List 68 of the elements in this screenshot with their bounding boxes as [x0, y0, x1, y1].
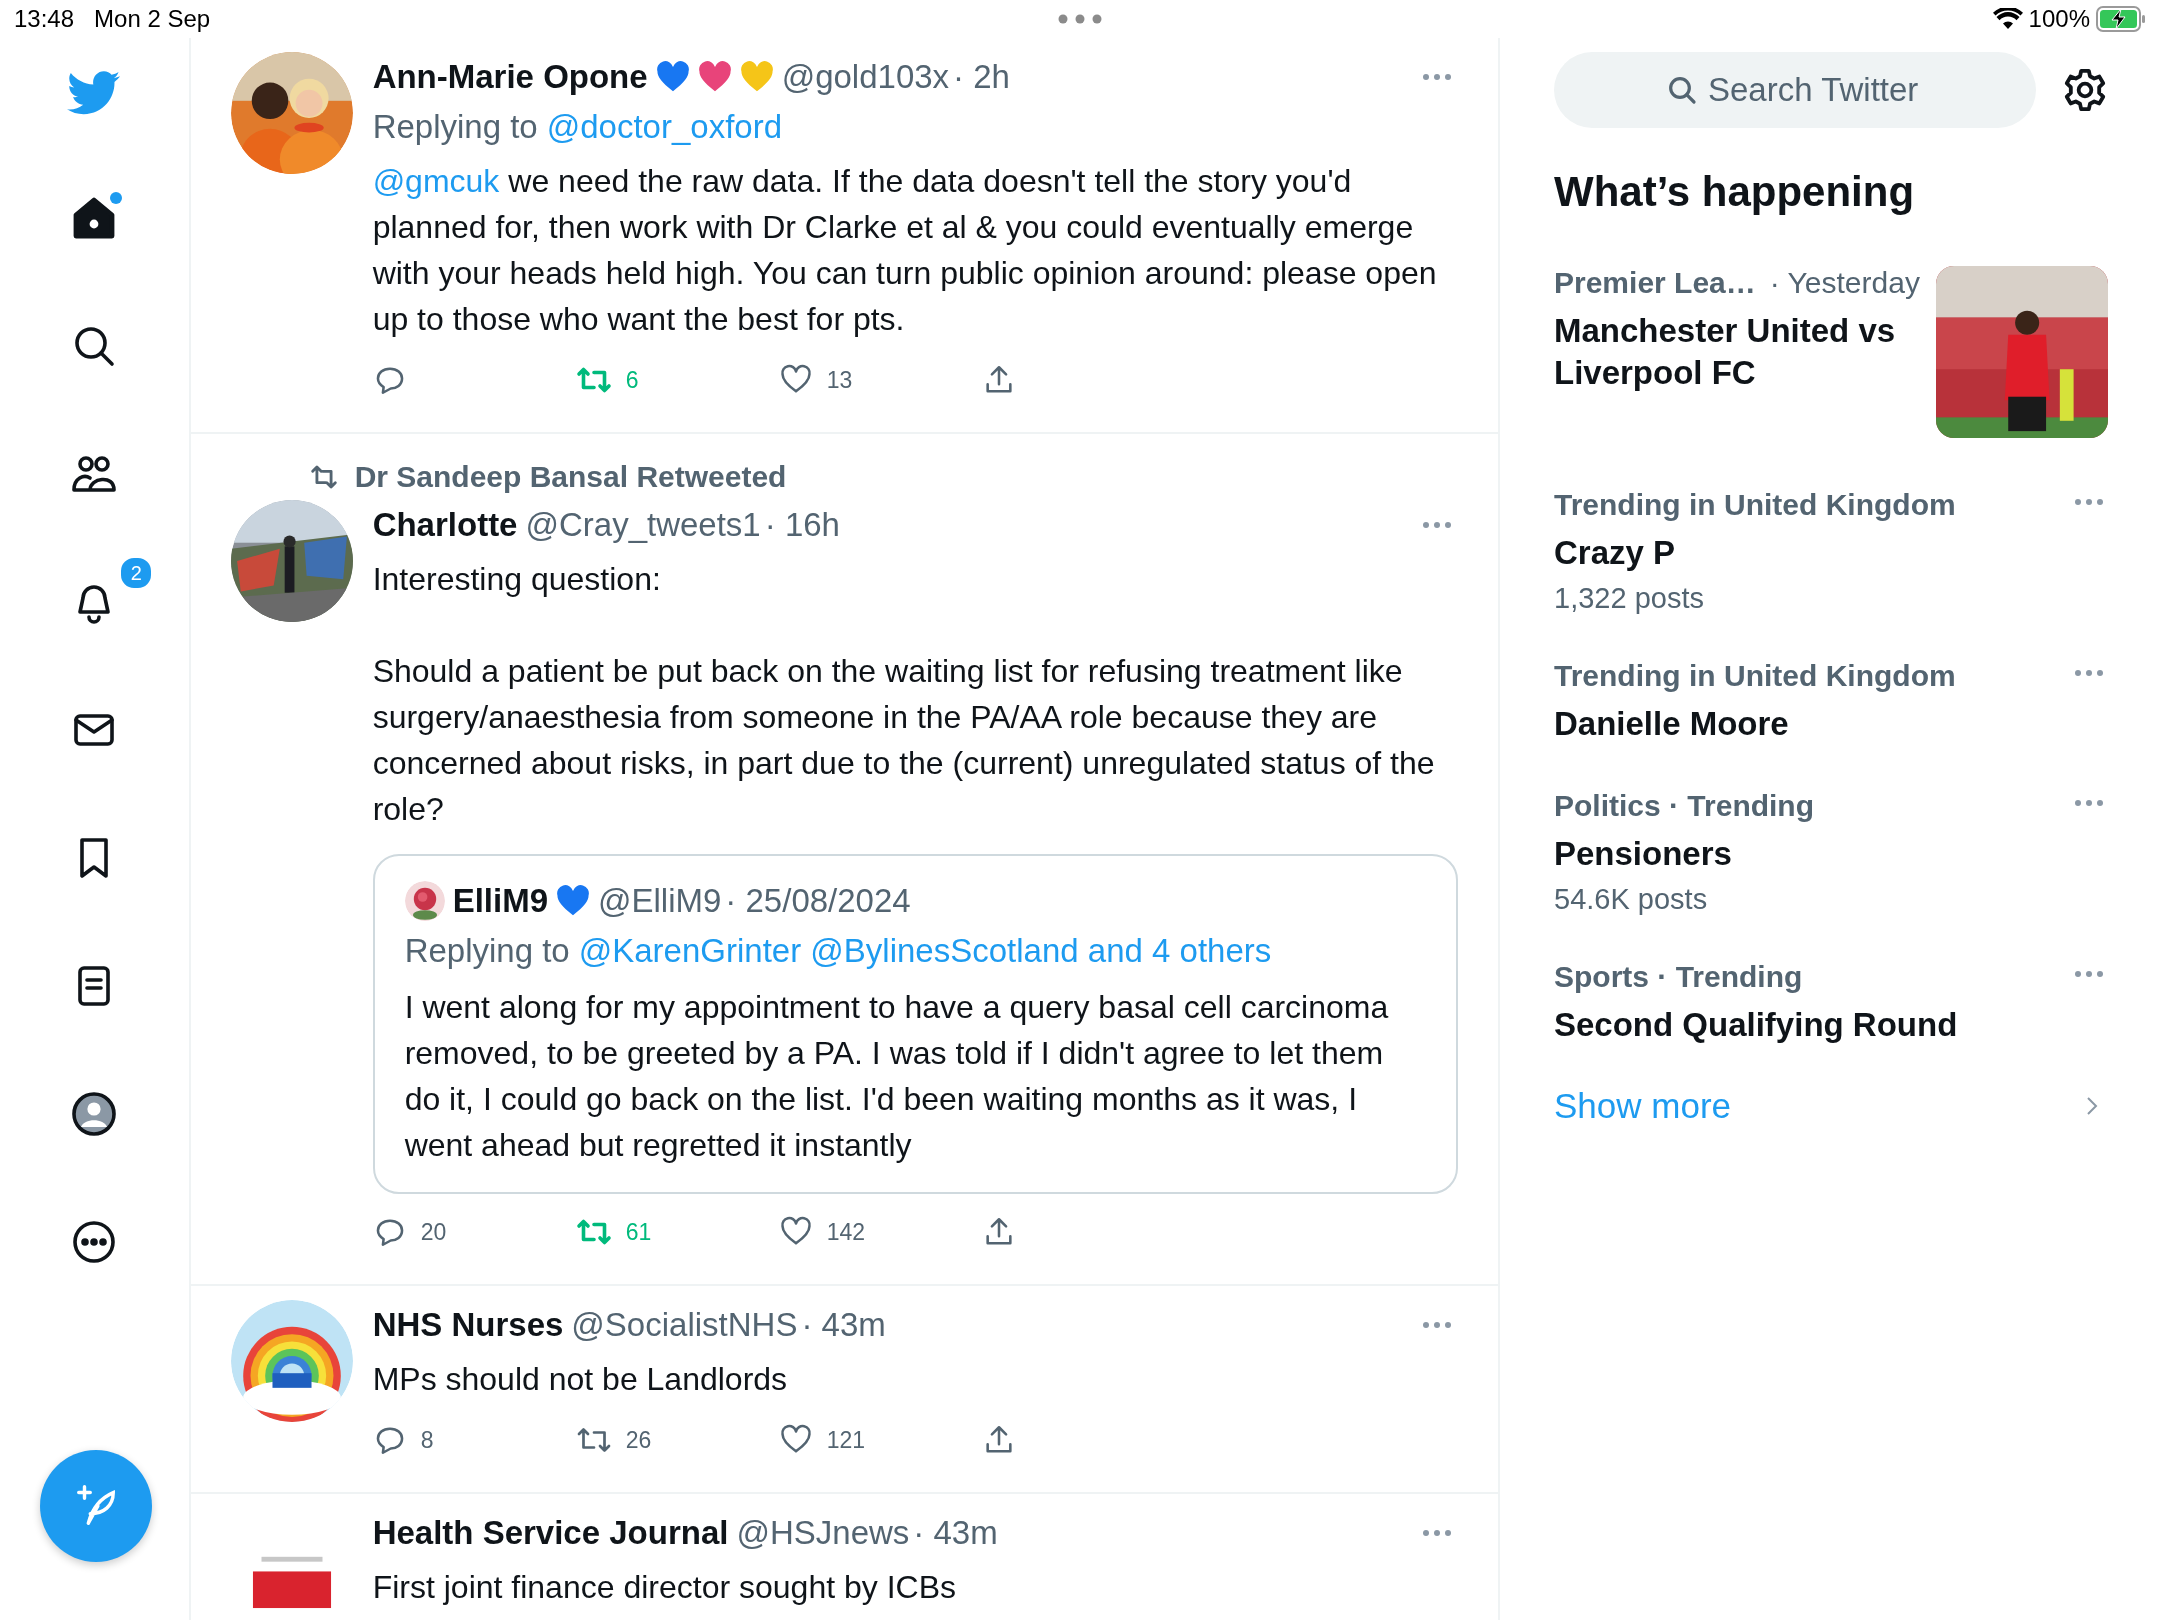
more-options-icon[interactable] — [1422, 521, 1452, 529]
trend-title[interactable]: Second Qualifying Round — [1554, 1004, 1958, 1046]
notification-count: 2 — [119, 556, 154, 590]
author-name[interactable]: Charlotte — [372, 506, 518, 544]
like-count: 13 — [826, 366, 853, 394]
trend-title[interactable]: Manchester United vs Liverpool FC — [1554, 310, 1934, 394]
author-name[interactable]: Health Service Journal — [372, 1514, 729, 1552]
status-date: Mon 2 Sep — [94, 5, 211, 33]
author-name[interactable]: NHS Nurses — [372, 1306, 564, 1344]
author-handle: @ElliM9 — [598, 882, 722, 920]
trend-title[interactable]: Danielle Moore — [1554, 703, 1956, 745]
author-handle[interactable]: @Cray_tweets1 — [525, 506, 761, 544]
retweet-count: 6 — [625, 366, 639, 394]
trend-category: Trending in United Kingdom — [1554, 659, 1956, 693]
multitasking-icon[interactable] — [1058, 14, 1102, 24]
settings-icon[interactable] — [2062, 67, 2108, 113]
tweet-time: · 2h — [953, 58, 1010, 96]
quoted-tweet-text: I went along for my appointment to have a query basal cell carcinoma removed, to be greeted by a PA. I was told if I didn't agree to let them do it, I could go back on the list. I'd been waiting months as it was, I went ahead but regretted it instantly — [404, 988, 1390, 1165]
tweet-time: · 25/08/2024 — [725, 882, 911, 920]
battery-icon — [2096, 6, 2146, 32]
section-title: What’s happening — [1554, 168, 1916, 216]
trend-category: Premier Lea… — [1554, 266, 1756, 300]
more-options-icon[interactable] — [1422, 1321, 1452, 1329]
more-options-icon[interactable] — [2074, 970, 2104, 978]
compose-button[interactable] — [40, 1450, 152, 1562]
author-handle[interactable]: @gold103x — [781, 58, 950, 96]
retweet-count: 61 — [625, 1218, 652, 1246]
battery-percentage: 100% — [2028, 5, 2090, 33]
tweet-text: Should a patient be put back on the waiting list for refusing treatment like surgery/anaesthesia from someone in the PA/AA role because they are concerned about risks, in part due to the (current) unregulated status of the role? — [372, 652, 1436, 829]
trend-title[interactable]: Crazy P — [1554, 532, 1956, 574]
trend-category: Trending in United Kingdom — [1554, 488, 1956, 522]
like-count: 142 — [826, 1218, 865, 1246]
author-handle[interactable]: @SocialistNHS — [571, 1306, 798, 1344]
wifi-icon — [1992, 8, 2023, 30]
avatar-icon[interactable] — [70, 1090, 119, 1138]
chevron-right-icon[interactable] — [2086, 1096, 2098, 1116]
search-field[interactable]: Search Twitter — [1554, 52, 2036, 128]
replying-to-label: Replying to — [404, 932, 570, 970]
retweeted-by-label[interactable]: Dr Sandeep Bansal Retweeted — [354, 460, 787, 494]
more-options-icon[interactable] — [2074, 669, 2104, 677]
replying-to-label: Replying to — [372, 108, 538, 146]
like-count: 121 — [826, 1426, 865, 1454]
more-options-icon[interactable] — [2074, 498, 2104, 506]
retweet-count: 26 — [625, 1426, 652, 1454]
search-icon — [1666, 74, 1698, 106]
author-name: ElliM9 — [452, 882, 548, 920]
post-count: 1,322 posts — [1554, 582, 1705, 615]
tweet-text: @gmcuk we need the raw data. If the data doesn't tell the story you'd planned for, then work with Dr Clarke et al & you could eventually emerge with your heads held high. You can turn public opinion around: please open up to those who want the best for pts. — [372, 162, 1438, 339]
more-options-icon[interactable] — [2074, 799, 2104, 807]
trend-time: · Yesterday — [1769, 266, 1920, 300]
tweet-text: Interesting question: — [372, 560, 662, 599]
status-time: 13:48 — [14, 5, 75, 33]
tweet-text: MPs should not be Landlords — [372, 1360, 789, 1399]
reply-count: 8 — [420, 1426, 434, 1454]
tweet-time: · 43m — [913, 1514, 998, 1552]
author-name[interactable]: Ann-Marie Opone — [372, 58, 648, 96]
trend-category: Sports · Trending — [1554, 960, 1803, 994]
post-count: 54.6K posts — [1554, 883, 1709, 916]
quoted-tweet[interactable] — [372, 854, 1458, 1194]
tweet-text: First joint finance director sought by ICBs — [372, 1568, 957, 1607]
author-handle[interactable]: @HSJnews — [736, 1514, 910, 1552]
tweet-time: · 16h — [764, 506, 840, 544]
more-options-icon[interactable] — [1422, 1529, 1452, 1537]
trend-category: Politics · Trending — [1554, 789, 1815, 823]
more-options-icon[interactable] — [1422, 73, 1452, 81]
reply-count: 20 — [420, 1218, 447, 1246]
tweet-time: · 43m — [801, 1306, 886, 1344]
trend-title[interactable]: Pensioners — [1554, 833, 1815, 875]
